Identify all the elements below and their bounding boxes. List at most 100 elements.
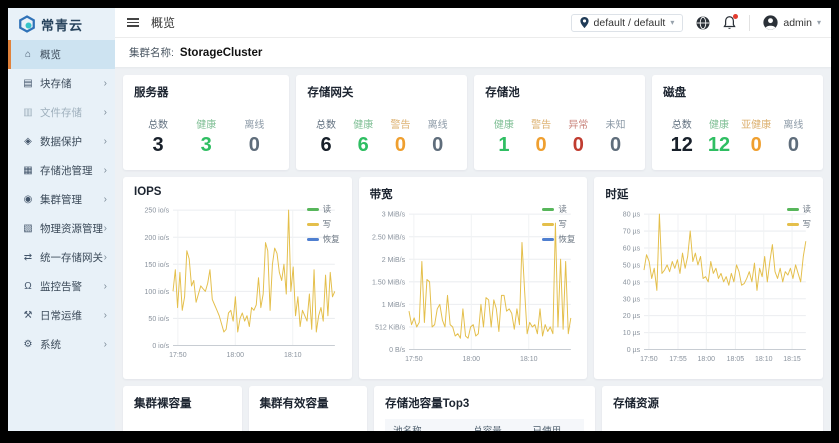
legend-write[interactable]: 写 xyxy=(787,218,812,230)
sidebar-item-data-protection[interactable]: ◈ 数据保护 › xyxy=(8,127,115,156)
metric-healthy: 健康 6 xyxy=(345,116,382,157)
svg-text:60 µs: 60 µs xyxy=(623,243,641,252)
sidebar-item-block-storage[interactable]: ▤ 块存储 › xyxy=(8,69,115,98)
breadcrumb: 概览 xyxy=(151,14,175,31)
top-header: 概览 default / default ▾ xyxy=(115,8,831,38)
svg-text:10 µs: 10 µs xyxy=(623,328,641,337)
region-select[interactable]: default / default ▾ xyxy=(571,14,684,32)
svg-text:17:55: 17:55 xyxy=(670,354,688,363)
legend-read[interactable]: 读 xyxy=(787,203,812,215)
metric-total: 总数 3 xyxy=(134,116,182,157)
sidebar-item-system[interactable]: ⚙ 系统 › xyxy=(8,330,115,359)
legend-recovery[interactable]: 恢复 xyxy=(542,233,575,245)
card-storage-resources: 存储资源 xyxy=(602,386,823,431)
physical-resource-icon: ▧ xyxy=(21,223,35,234)
metric-offline: 离线 0 xyxy=(230,116,278,157)
svg-text:18:00: 18:00 xyxy=(462,354,480,363)
card-effective-capacity: 集群有效容量 xyxy=(249,386,368,431)
svg-text:0 µs: 0 µs xyxy=(627,345,641,354)
metric-healthy: 健康 1 xyxy=(485,116,522,157)
chevron-down-icon: ▾ xyxy=(817,18,821,27)
chevron-down-icon: ▾ xyxy=(670,18,674,27)
svg-text:3 MiB/s: 3 MiB/s xyxy=(381,210,405,219)
col-total-capacity: 总容量 xyxy=(465,419,524,431)
system-icon: ⚙ xyxy=(21,339,35,350)
chart-latency: 时延 读 写 0 µs10 µs20 µs30 µs40 µs50 µs60 µ… xyxy=(594,177,823,379)
dashboard-content: 服务器 总数 3 健康 3 离线 0 xyxy=(115,67,831,431)
sidebar-nav: ⌂ 概览 ▤ 块存储 › ▥ 文件存储 › ◈ 数据保护 › ▦ 存储池管理 xyxy=(8,40,115,431)
svg-text:1 MiB/s: 1 MiB/s xyxy=(381,300,405,309)
gateway-icon: ⇄ xyxy=(21,252,35,263)
sidebar-item-file-storage[interactable]: ▥ 文件存储 › xyxy=(8,98,115,127)
chart-legend: 读 写 恢复 xyxy=(307,203,340,245)
card-disks: 磁盘 总数 12 健康 12 亚健康 0 xyxy=(652,75,823,170)
chevron-right-icon: › xyxy=(104,165,107,176)
user-menu[interactable]: admin ▾ xyxy=(763,15,821,30)
col-used: 已使用 xyxy=(525,419,584,431)
language-globe-icon[interactable] xyxy=(696,16,710,30)
svg-text:40 µs: 40 µs xyxy=(623,277,641,286)
card-storage-gateways: 存储网关 总数 6 健康 6 警告 0 xyxy=(296,75,467,170)
sidebar-item-cluster-manage[interactable]: ◉ 集群管理 › xyxy=(8,185,115,214)
legend-read[interactable]: 读 xyxy=(307,203,340,215)
card-raw-capacity: 集群裸容量 xyxy=(123,386,242,431)
sidebar-item-storage-pool[interactable]: ▦ 存储池管理 › xyxy=(8,156,115,185)
collapse-menu-icon[interactable] xyxy=(127,18,139,27)
svg-text:30 µs: 30 µs xyxy=(623,294,641,303)
data-protection-icon: ◈ xyxy=(21,136,35,147)
overview-icon: ⌂ xyxy=(21,49,35,60)
legend-read[interactable]: 读 xyxy=(542,203,575,215)
svg-text:0 io/s: 0 io/s xyxy=(152,341,169,350)
svg-text:18:10: 18:10 xyxy=(755,354,773,363)
monitor-alert-icon: Ω xyxy=(21,281,35,292)
sidebar-item-physical-resource[interactable]: ▧ 物理资源管理 › xyxy=(8,214,115,243)
svg-text:250 io/s: 250 io/s xyxy=(145,206,170,215)
svg-text:1.50 MiB/s: 1.50 MiB/s xyxy=(372,277,405,286)
svg-text:18:05: 18:05 xyxy=(727,354,745,363)
svg-text:0 B/s: 0 B/s xyxy=(389,345,405,354)
card-servers: 服务器 总数 3 健康 3 离线 0 xyxy=(123,75,289,170)
chevron-right-icon: › xyxy=(104,310,107,321)
chart-bandwidth: 带宽 读 写 恢复 0 B/s512 KiB/s1 MiB/s1.50 MiB/… xyxy=(359,177,588,379)
chevron-right-icon: › xyxy=(104,223,107,234)
legend-write[interactable]: 写 xyxy=(542,218,575,230)
main-area: 概览 default / default ▾ xyxy=(115,8,831,431)
metric-unknown: 未知 0 xyxy=(597,116,634,157)
chevron-right-icon: › xyxy=(104,78,107,89)
legend-recovery[interactable]: 恢复 xyxy=(307,233,340,245)
metric-warning: 警告 0 xyxy=(382,116,419,157)
svg-text:512 KiB/s: 512 KiB/s xyxy=(375,322,405,331)
sidebar-item-monitor-alert[interactable]: Ω 监控告警 › xyxy=(8,272,115,301)
logo: 常青云 xyxy=(8,8,115,40)
svg-text:20 µs: 20 µs xyxy=(623,311,641,320)
storage-pool-icon: ▦ xyxy=(21,165,35,176)
chevron-right-icon: › xyxy=(104,136,107,147)
brand-name: 常青云 xyxy=(41,15,83,34)
card-storage-pools: 存储池 健康 1 警告 0 异常 0 xyxy=(474,75,645,170)
metric-subhealthy: 亚健康 0 xyxy=(738,116,775,157)
notification-bell-icon[interactable] xyxy=(723,16,736,30)
block-storage-icon: ▤ xyxy=(21,78,35,89)
app-window: 常青云 ⌂ 概览 ▤ 块存储 › ▥ 文件存储 › ◈ 数据保护 › xyxy=(8,8,831,431)
svg-text:2.50 MiB/s: 2.50 MiB/s xyxy=(372,232,405,241)
svg-text:50 µs: 50 µs xyxy=(623,260,641,269)
pool-capacity-table: 池名称 总容量 已使用 StoragePool 43.7 TiB 3.20 Ti… xyxy=(385,419,584,431)
chevron-right-icon: › xyxy=(104,281,107,292)
latency-line-chart: 0 µs10 µs20 µs30 µs40 µs50 µs60 µs70 µs8… xyxy=(605,208,812,370)
col-pool-name: 池名称 xyxy=(385,419,465,431)
svg-text:17:50: 17:50 xyxy=(169,350,187,359)
chevron-right-icon: › xyxy=(104,194,107,205)
svg-text:2 MiB/s: 2 MiB/s xyxy=(381,255,405,264)
sidebar-item-overview[interactable]: ⌂ 概览 xyxy=(8,40,115,69)
metric-offline: 离线 0 xyxy=(775,116,812,157)
sidebar-item-gateway[interactable]: ⇄ 统一存储网关 › xyxy=(8,243,115,272)
svg-text:17:50: 17:50 xyxy=(640,354,658,363)
metric-healthy: 健康 12 xyxy=(700,116,737,157)
sidebar-item-daily-ops[interactable]: ⚒ 日常运维 › xyxy=(8,301,115,330)
metric-warning: 警告 0 xyxy=(522,116,559,157)
chevron-right-icon: › xyxy=(104,107,107,118)
cluster-name-value: StorageCluster xyxy=(180,47,262,59)
metric-error: 异常 0 xyxy=(560,116,597,157)
charts-row: IOPS 读 写 恢复 0 io/s50 io/s100 io/s150 io/… xyxy=(123,177,823,379)
legend-write[interactable]: 写 xyxy=(307,218,340,230)
